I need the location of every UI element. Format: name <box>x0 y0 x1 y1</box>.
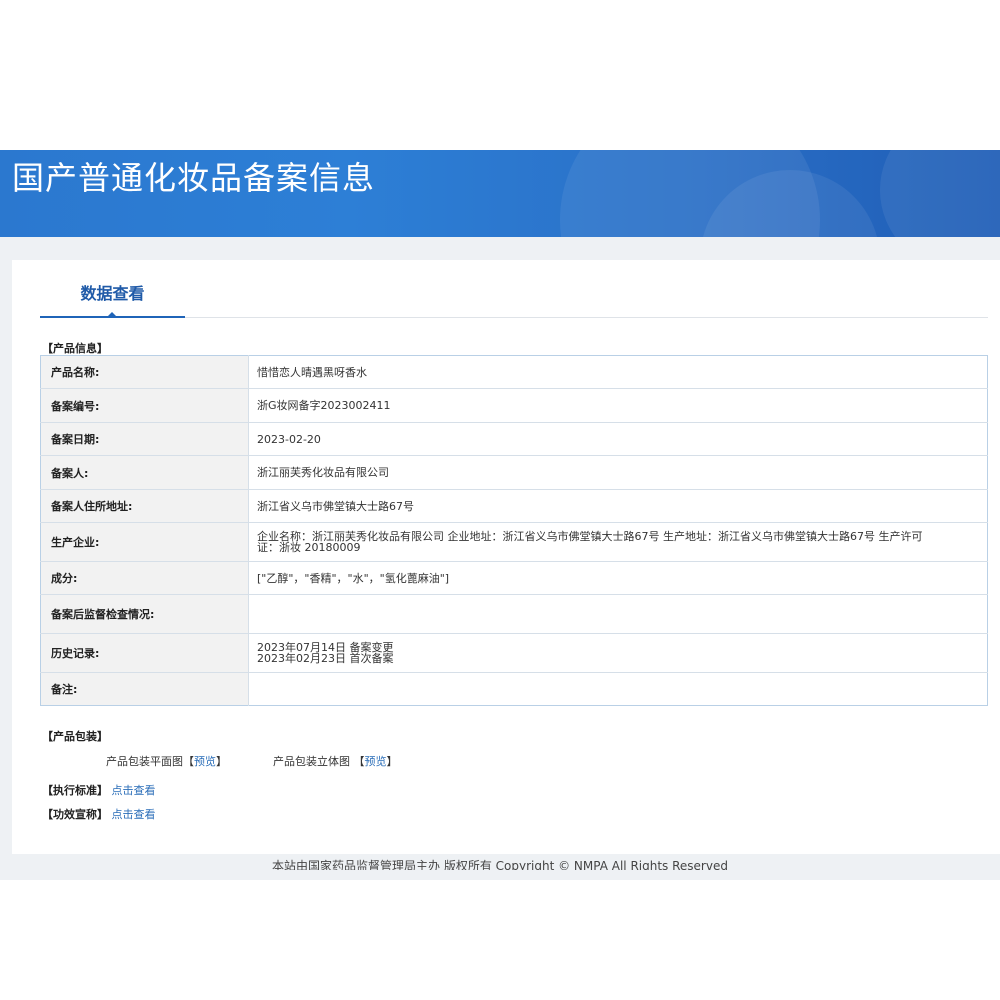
table-row: 产品名称: 惜惜恋人晴遇黑呀香水 <box>40 355 988 389</box>
standard-row: 【执行标准】 点击查看 <box>42 782 156 798</box>
table-row: 备案日期: 2023-02-20 <box>40 422 988 456</box>
page-title: 国产普通化妆品备案信息 <box>12 159 376 197</box>
row-label: 产品名称: <box>40 355 249 389</box>
row-value-line: 浙江丽芙秀化妆品有限公司 <box>257 466 389 479</box>
bracket-open: 【 <box>183 755 194 768</box>
row-label: 备案人住所地址: <box>40 489 249 523</box>
table-row: 备注: <box>40 672 988 706</box>
packaging-solid-label: 产品包装立体图 <box>273 755 350 768</box>
product-info-table: 产品名称: 惜惜恋人晴遇黑呀香水 备案编号: 浙G妆网备字2023002411 备案日期… <box>40 355 988 706</box>
row-label: 生产企业: <box>40 522 249 562</box>
efficacy-label: 【功效宣称】 <box>42 808 108 821</box>
row-label: 备案编号: <box>40 388 249 423</box>
row-value-line: 浙G妆网备字2023002411 <box>257 399 391 412</box>
row-value-line: 2023-02-20 <box>257 432 321 446</box>
tab-caret-icon <box>107 312 117 317</box>
page-banner: 国产普通化妆品备案信息 <box>0 150 1000 237</box>
row-value-line: 证：浙妆 20180009 <box>257 541 361 554</box>
row-value: 企业名称：浙江丽芙秀化妆品有限公司 企业地址：浙江省义乌市佛堂镇大士路67号 生… <box>248 522 988 562</box>
main-panel: 数据查看 【产品信息】 产品名称: 惜惜恋人晴遇黑呀香水 备案编号: 浙G妆网备字20… <box>12 260 1000 854</box>
banner-decoration <box>880 150 1000 237</box>
row-value-line: 惜惜恋人晴遇黑呀香水 <box>257 365 367 379</box>
tab-bar: 数据查看 <box>40 282 988 318</box>
efficacy-row: 【功效宣称】 点击查看 <box>42 806 156 822</box>
row-label: 历史记录: <box>40 633 249 673</box>
row-label: 备案人: <box>40 455 249 490</box>
row-value: 2023-02-20 <box>248 422 988 456</box>
row-value: 浙江省义乌市佛堂镇大士路67号 <box>248 489 988 523</box>
table-row: 历史记录: 2023年07月14日 备案变更 2023年02月23日 首次备案 <box>40 633 988 673</box>
packaging-solid-row: 产品包装立体图 【预览】 <box>273 753 398 769</box>
efficacy-view-link[interactable]: 点击查看 <box>112 808 156 821</box>
packaging-flat-label: 产品包装平面图 <box>106 755 183 768</box>
row-value: 浙G妆网备字2023002411 <box>248 388 988 423</box>
tab-label: 数据查看 <box>80 284 145 303</box>
row-value-line: ["乙醇"，"香精"，"水"，"氢化蓖麻油"] <box>257 571 450 585</box>
table-row: 备案后监督检查情况: <box>40 594 988 634</box>
standard-label: 【执行标准】 <box>42 784 108 797</box>
bracket-open: 【 <box>353 755 365 768</box>
row-value: 2023年07月14日 备案变更 2023年02月23日 首次备案 <box>248 633 988 673</box>
row-value: ["乙醇"，"香精"，"水"，"氢化蓖麻油"] <box>248 561 988 595</box>
tab-data-view[interactable]: 数据查看 <box>40 282 185 318</box>
row-value-line: 2023年02月23日 首次备案 <box>257 652 394 665</box>
row-value: 浙江丽芙秀化妆品有限公司 <box>248 455 988 490</box>
bracket-close: 】 <box>216 755 227 768</box>
row-value <box>248 594 988 634</box>
solid-preview-link[interactable]: 预览 <box>365 755 387 768</box>
table-row: 备案编号: 浙G妆网备字2023002411 <box>40 388 988 423</box>
packaging-heading: 【产品包装】 <box>42 730 108 743</box>
row-value: 惜惜恋人晴遇黑呀香水 <box>248 355 988 389</box>
footer-copyright: 本站由国家药品监督管理局主办 版权所有 Copyright © NMPA All… <box>272 859 728 870</box>
row-value <box>249 673 988 706</box>
row-label: 备案日期: <box>40 422 249 456</box>
row-label: 备案后监督检查情况: <box>40 594 249 634</box>
packaging-flat-row: 产品包装平面图【预览】 <box>106 753 227 769</box>
row-value-line: 浙江省义乌市佛堂镇大士路67号 <box>257 499 414 513</box>
bracket-close: 】 <box>386 755 398 768</box>
row-value-line: 企业名称：浙江丽芙秀化妆品有限公司 企业地址：浙江省义乌市佛堂镇大士路67号 生… <box>257 530 923 543</box>
table-row: 成分: ["乙醇"，"香精"，"水"，"氢化蓖麻油"] <box>40 561 988 595</box>
standard-view-link[interactable]: 点击查看 <box>112 784 156 797</box>
row-label: 备注: <box>40 672 249 706</box>
product-info-heading: 【产品信息】 <box>42 342 108 355</box>
table-row: 备案人: 浙江丽芙秀化妆品有限公司 <box>40 455 988 490</box>
flat-preview-link[interactable]: 预览 <box>194 755 216 768</box>
table-row: 生产企业: 企业名称：浙江丽芙秀化妆品有限公司 企业地址：浙江省义乌市佛堂镇大士路… <box>40 522 988 562</box>
row-label: 成分: <box>40 561 249 595</box>
table-row: 备案人住所地址: 浙江省义乌市佛堂镇大士路67号 <box>40 489 988 523</box>
